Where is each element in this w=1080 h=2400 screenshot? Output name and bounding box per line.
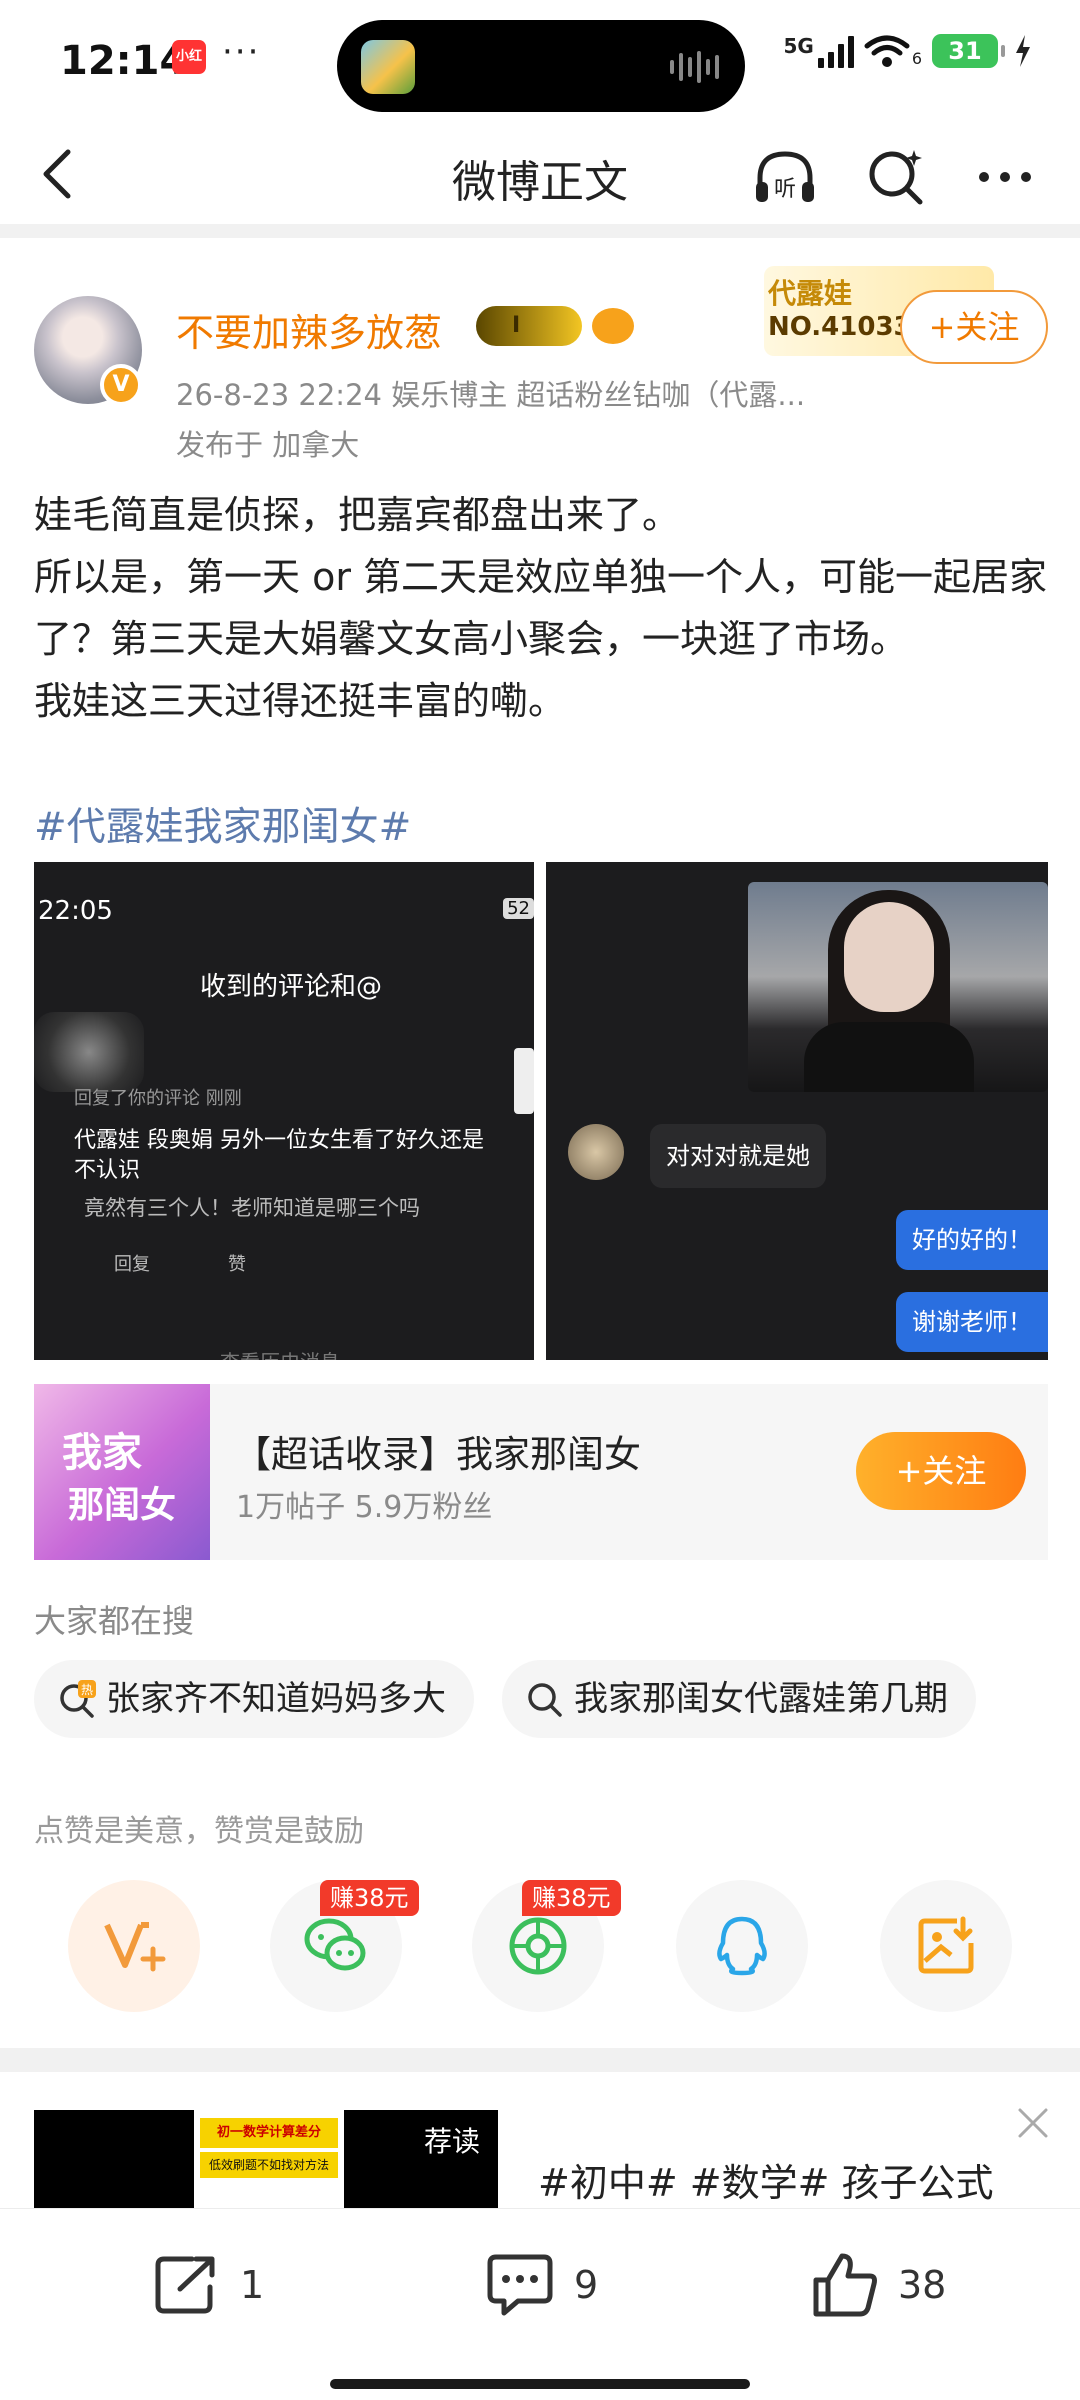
comment-icon [487, 2254, 553, 2316]
cover-text: 我家 [62, 1430, 142, 1476]
dynamic-island[interactable] [337, 20, 745, 112]
post-image-1[interactable]: 22:05 52 收到的评论和@ 回复了你的评论 刚刚 代露娃 段奥娟 另外一位… [34, 862, 534, 1360]
post-location: 发布于 加拿大 [176, 428, 360, 462]
now-playing-app-icon [361, 40, 415, 94]
recommended-tag: 荐读 [423, 2125, 480, 2158]
signal-icon [817, 34, 854, 68]
repost-count: 1 [240, 2263, 265, 2307]
wechat-icon [304, 1918, 366, 1971]
woman-photo [748, 882, 1048, 1092]
screenshot-reply-button: 回复 [114, 1254, 150, 1275]
network-type: 5G [783, 34, 814, 58]
repost-icon [155, 2256, 215, 2314]
section-divider [0, 2048, 1080, 2072]
search-chip-label: 我家那闺女代露娃第几期 [574, 1679, 948, 1719]
listen-label: 听 [774, 177, 796, 202]
follow-supertopic-button[interactable]: +关注 [856, 1432, 1026, 1510]
xiaohongshu-notification-icon: 小红书 [172, 40, 206, 98]
search-chip-label: 张家齐不知道妈妈多大 [106, 1679, 446, 1719]
screenshot-quote: 竟然有三个人！老师知道是哪三个吗 [84, 1196, 420, 1220]
screenshot-time: 22:05 [38, 896, 113, 926]
screenshot-comment-line: 不认识 [74, 1158, 141, 1183]
bottom-action-bar: 1 9 38 [0, 2208, 1080, 2400]
blurred-avatar [34, 1012, 144, 1092]
audio-waveform-icon [670, 50, 719, 84]
more-options-icon[interactable] [972, 144, 1038, 210]
qq-icon [717, 1916, 767, 1976]
like-count: 38 [898, 2263, 947, 2307]
post-body: 娃毛简直是侦探，把嘉宾都盘出来了。 所以是，第一天 or 第二天是效应单独一个人… [34, 484, 1054, 732]
supertopic-card[interactable]: 我家 那闺女 【超话收录】我家那闺女 1万帖子 5.9万粉丝 +关注 [34, 1384, 1048, 1560]
screenshot-comment-line: 代露娃 段奥娟 另外一位女生看了好久还是 [74, 1128, 484, 1153]
post-text-line: 我娃这三天过得还挺丰富的嘞。 [34, 679, 567, 723]
trending-search-label: 大家都在搜 [34, 1602, 195, 1640]
side-scroll-handle [514, 1048, 534, 1114]
screenshot-header: 收到的评论和@ [200, 972, 383, 1002]
screenshot-footer: 查看历史消息 [220, 1346, 340, 1360]
save-image-button[interactable] [880, 1880, 1012, 2012]
vip-crown-badge-icon[interactable]: I [476, 306, 582, 346]
search-icon [528, 1683, 562, 1717]
battery-icon: 31 [932, 34, 1005, 68]
search-chip[interactable]: 热 张家齐不知道妈妈多大 [34, 1660, 474, 1738]
supertopic-stats: 1万帖子 5.9万粉丝 [236, 1490, 493, 1525]
nav-bar: 微博正文 听 [0, 120, 1080, 238]
earn-badge: 赚38元 [522, 1880, 621, 1916]
doc-subtitle: 低效刷题不如找对方法 [200, 2152, 338, 2178]
home-indicator[interactable] [330, 2379, 750, 2389]
chat-bubble-left: 对对对就是她 [650, 1124, 826, 1188]
follow-author-button[interactable]: +关注 [900, 290, 1048, 364]
hot-search-icon: 热 [60, 1680, 96, 1718]
chat-bubble-right: 谢谢老师！ [896, 1292, 1048, 1352]
comment-count: 9 [574, 2263, 599, 2307]
supertopic-cover: 我家 那闺女 [34, 1384, 210, 1560]
screenshot-battery: 52 [503, 898, 534, 919]
post-meta: 26-8-23 22:24 娱乐博主 超话粉丝钻咖（代露... [176, 378, 806, 412]
comment-button[interactable]: 9 [484, 2249, 598, 2321]
search-icon[interactable] [864, 144, 930, 210]
wechat-moments-icon [509, 1917, 567, 1975]
wifi-label: 6 [911, 49, 922, 68]
doc-title: 初一数学计算差分 [200, 2118, 338, 2148]
screenshot-like-button: 赞 [228, 1254, 246, 1275]
reward-label: 点赞是美意，赞赏是鼓励 [34, 1814, 364, 1849]
hot-mark: 热 [81, 1683, 93, 1697]
supertopic-title: 【超话收录】我家那闺女 [234, 1433, 641, 1476]
vip-level: I [512, 313, 521, 338]
save-image-icon [918, 1916, 974, 1974]
wifi-icon [864, 35, 910, 67]
status-time: 12:14 [60, 38, 188, 84]
screenshot-reply-meta: 回复了你的评论 刚刚 [74, 1088, 242, 1109]
post-text-line: 所以是，第一天 or 第二天是效应单独一个人，可能一起居家了？第三天是大娟馨文女… [34, 555, 1048, 661]
post-hashtag-link[interactable]: #代露娃我家那闺女# [34, 796, 411, 852]
recommended-thumbnail[interactable]: 初一数学计算差分 低效刷题不如找对方法 荐读 [34, 2110, 498, 2210]
fan-badge-name: 代露娃 [768, 277, 853, 310]
charging-icon [1016, 35, 1030, 67]
repost-button[interactable]: 1 [152, 2249, 264, 2321]
thumbs-up-icon [813, 2253, 877, 2317]
more-notifications-icon: ··· [222, 32, 261, 72]
cover-text: 那闺女 [68, 1485, 177, 1526]
chat-avatar [568, 1124, 624, 1180]
fan-emoji-badge-icon[interactable] [592, 308, 634, 344]
post-text-line: 娃毛简直是侦探，把嘉宾都盘出来了。 [34, 493, 681, 537]
status-right: 5G 6 31 [783, 34, 1032, 68]
listen-headphones-icon[interactable]: 听 [752, 144, 818, 210]
recommended-post-text[interactable]: #初中# #数学# 孩子公式 [538, 2152, 994, 2207]
tip-reward-button[interactable] [68, 1880, 200, 2012]
recommended-doc-preview: 初一数学计算差分 低效刷题不如找对方法 [194, 2110, 344, 2210]
status-bar: 12:14 小红书 ··· 5G 6 31 [0, 0, 1080, 120]
v-plus-icon [104, 1922, 166, 1972]
author-name[interactable]: 不要加辣多放葱 [176, 302, 442, 357]
verified-v-badge-icon: V [100, 364, 142, 406]
chat-bubble-right: 好的好的！ [896, 1210, 1048, 1270]
close-icon[interactable] [1014, 2104, 1052, 2142]
share-qq-button[interactable] [676, 1880, 808, 2012]
earn-badge: 赚38元 [320, 1880, 419, 1916]
post-image-2[interactable]: 对对对就是她 好的好的！ 谢谢老师！ [546, 862, 1048, 1360]
like-button[interactable]: 38 [810, 2249, 946, 2321]
search-chip[interactable]: 我家那闺女代露娃第几期 [502, 1660, 976, 1738]
